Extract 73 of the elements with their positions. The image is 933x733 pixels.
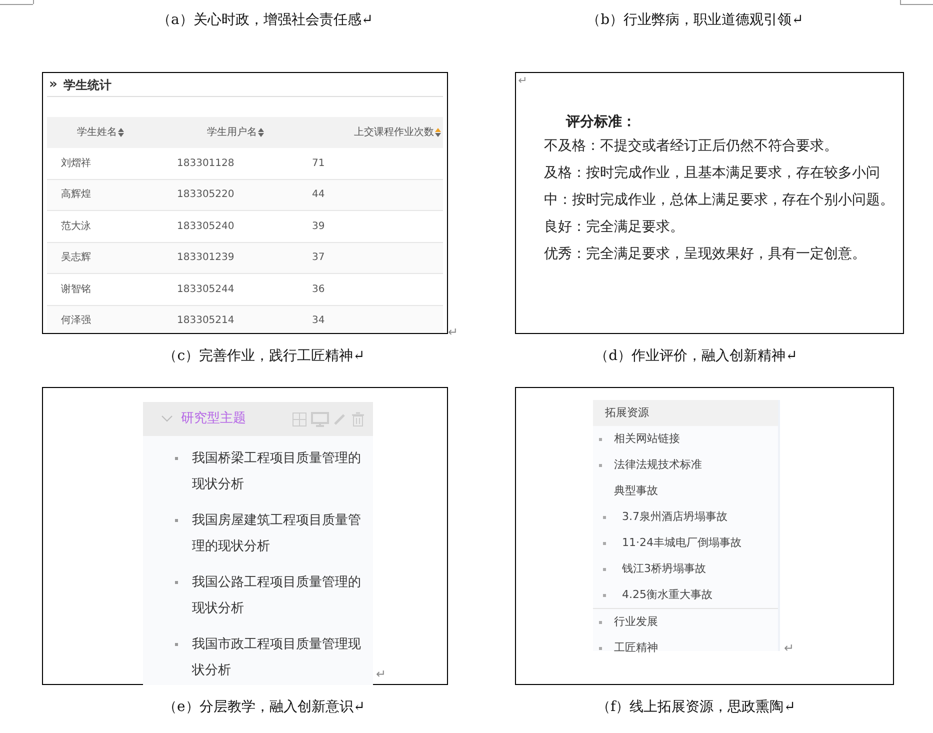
figure-caption: （f）线上拓展资源，思政熏陶↵ xyxy=(596,698,796,717)
bullet-icon xyxy=(603,568,606,570)
chevron-down-icon[interactable] xyxy=(161,415,173,423)
table-cell-text: 36 xyxy=(311,282,326,297)
topic-item[interactable]: 我国桥梁工程项目质量管理的现状分析 xyxy=(192,446,365,498)
resource-link[interactable]: 工匠精神 xyxy=(614,640,658,656)
table-cell-text: 谢智铭 xyxy=(60,282,92,297)
bullet-icon xyxy=(603,542,606,544)
paragraph-mark: ↵ xyxy=(376,668,386,680)
table-cell-text: 吴志辉 xyxy=(60,250,92,266)
paragraph-mark: ↵ xyxy=(518,75,528,86)
topic-item[interactable]: 我国房屋建筑工程项目质量管理的现状分析 xyxy=(192,508,365,560)
resource-link[interactable]: 相关网站链接 xyxy=(614,430,680,448)
bullet-icon xyxy=(603,516,606,518)
pencil-icon[interactable] xyxy=(333,412,347,426)
topic-item[interactable]: 我国市政工程项目质量管理现状分析 xyxy=(192,632,365,684)
topic-item[interactable]: 我国公路工程项目质量管理的现状分析 xyxy=(192,570,365,622)
table-cell-text: 何泽强 xyxy=(60,314,92,328)
column-header[interactable]: 学生姓名 xyxy=(47,125,157,140)
bullet-icon xyxy=(175,519,178,522)
table-cell-text: 71 xyxy=(311,156,326,171)
bullet-icon xyxy=(175,581,178,584)
table-cell-text: 高辉煌 xyxy=(60,188,92,202)
table-cell-text: 183301128 xyxy=(176,156,236,171)
figure-caption: （e）分层教学，融入创新意识↵ xyxy=(162,698,365,717)
table-cell-text: 37 xyxy=(311,251,326,266)
resource-link[interactable]: 典型事故 xyxy=(614,482,658,500)
figure-caption: （a）关心时政，增强社会责任感↵ xyxy=(156,11,374,30)
paragraph-mark: ↵ xyxy=(784,642,794,654)
table-cell-text: 183305240 xyxy=(176,220,236,234)
resource-link[interactable]: 4.25衡水重大事故 xyxy=(618,586,712,604)
resource-link[interactable]: 11·24丰城电厂倒塌事故 xyxy=(618,534,742,552)
table-cell-text: 34 xyxy=(311,314,326,328)
table-cell-text: 183305244 xyxy=(176,282,236,297)
table-cell-text: 44 xyxy=(311,188,326,202)
table-cell-text: 范大泳 xyxy=(60,220,92,234)
column-header[interactable]: 学生用户名 xyxy=(157,125,307,140)
trash-icon[interactable] xyxy=(351,412,365,426)
table-cell-text: 183305220 xyxy=(176,188,236,202)
table-cell-text: 刘熠祥 xyxy=(60,156,92,171)
paragraph-mark: ↵ xyxy=(448,326,458,338)
table-cell-text: 39 xyxy=(311,220,326,234)
bullet-icon xyxy=(599,464,602,466)
grading-line: 优秀：完全满足要求，呈现效果好，具有一定创意。 xyxy=(544,245,868,264)
bullet-icon xyxy=(599,438,602,440)
figure-caption: （b）行业弊病，职业道德观引领↵ xyxy=(586,11,804,30)
resource-link[interactable]: 钱江3桥坍塌事故 xyxy=(618,560,706,578)
grading-line: 及格：按时完成作业，且基本满足要求，存在较多小问 xyxy=(544,164,882,183)
column-header[interactable]: 上交课程作业次数 xyxy=(307,125,443,140)
sort-icon xyxy=(435,128,441,137)
table-cell-text: 183301239 xyxy=(176,251,236,266)
grading-line: 不及格：不提交或者经订正后仍然不符合要求。 xyxy=(544,137,840,156)
figure-caption: （c）完善作业，践行工匠精神↵ xyxy=(163,347,365,366)
bullet-icon xyxy=(599,620,602,624)
panel-title: 学生统计 xyxy=(63,76,112,94)
resource-link[interactable]: 法律法规技术标准 xyxy=(614,456,702,474)
grading-line: 良好：完全满足要求。 xyxy=(544,218,686,237)
bullet-icon xyxy=(603,594,606,596)
chevrons-icon: » xyxy=(49,74,58,94)
bullet-icon xyxy=(175,643,178,646)
table-cell-text: 183305214 xyxy=(176,314,236,328)
sort-icon xyxy=(118,128,124,137)
menu-header[interactable]: 拓展资源 xyxy=(593,400,778,426)
resource-link[interactable]: 行业发展 xyxy=(614,614,658,630)
grading-heading: 评分标准： xyxy=(566,113,638,132)
figure-caption: （d）作业评价，融入创新精神↵ xyxy=(594,347,798,366)
monitor-icon[interactable] xyxy=(311,412,329,426)
bullet-icon xyxy=(599,646,602,650)
sort-icon xyxy=(258,128,264,137)
grid-icon[interactable] xyxy=(292,412,307,426)
resource-link[interactable]: 3.7泉州酒店坍塌事故 xyxy=(618,508,728,526)
bullet-icon xyxy=(175,457,178,460)
grading-line: 中：按时完成作业，总体上满足要求，存在个别小问题。 xyxy=(544,191,896,210)
